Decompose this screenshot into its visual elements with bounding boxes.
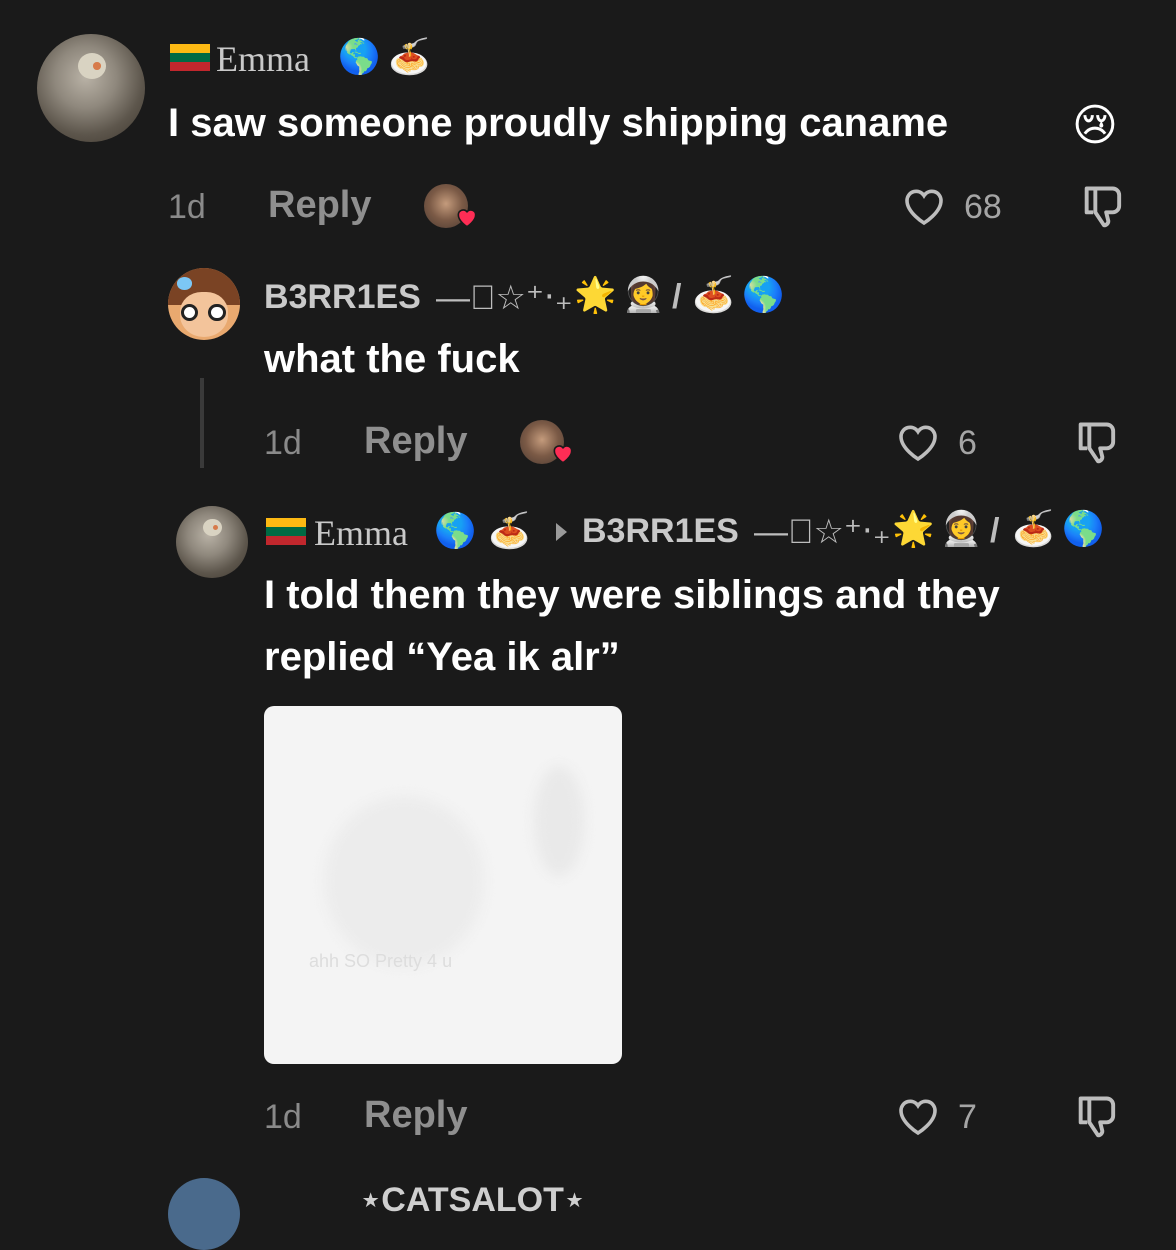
- heart-outline-icon[interactable]: [892, 418, 944, 466]
- username-emma[interactable]: Emma: [216, 38, 310, 80]
- comment-time: 1d: [264, 424, 302, 462]
- crying-emoji-icon: 😢: [1072, 101, 1118, 150]
- reply-button[interactable]: Reply: [268, 184, 371, 227]
- username-b3rr1es[interactable]: B3RR1ES: [264, 278, 421, 317]
- comment-time: 1d: [168, 188, 206, 226]
- reply-to-arrow-icon: [556, 523, 567, 541]
- thumbs-down-icon[interactable]: [1072, 1092, 1124, 1144]
- astronaut-emoji-icon: 👩‍🚀: [940, 510, 983, 548]
- spaghetti-emoji-icon: 🍝: [488, 512, 531, 550]
- heart-outline-icon[interactable]: [892, 1092, 944, 1140]
- heart-outline-icon[interactable]: [898, 182, 950, 230]
- comment-image[interactable]: ahh SO Pretty 4 u: [264, 706, 622, 1064]
- comment-text: what the fuck: [264, 337, 520, 381]
- like-count: 6: [958, 424, 977, 462]
- comment-text-line-2: replied “Yea ik alr”: [264, 635, 620, 679]
- earth-emoji-icon: 🌎: [742, 276, 785, 314]
- star-frame-emoji-icon: 🌟: [574, 276, 617, 314]
- username-catsalot[interactable]: ⋆CATSALOT⋆: [360, 1180, 585, 1220]
- comment-text: I saw someone proudly shipping caname: [168, 101, 949, 145]
- comment-text-line-1: I told them they were siblings and they: [264, 573, 1000, 617]
- spaghetti-emoji-icon: 🍝: [1012, 510, 1055, 548]
- like-count: 7: [958, 1098, 977, 1136]
- heart-badge-icon: [553, 445, 573, 464]
- reply-to-username[interactable]: B3RR1ES: [582, 512, 739, 551]
- spaghetti-emoji-icon: 🍝: [692, 276, 735, 314]
- slash-separator: /: [990, 512, 1000, 550]
- thumbs-down-icon[interactable]: [1078, 182, 1130, 234]
- reply-to-decoration: —⃨☆⁺‧₊: [754, 513, 891, 551]
- avatar-emma[interactable]: [176, 506, 248, 578]
- like-count: 68: [964, 188, 1002, 226]
- heart-badge-icon: [457, 209, 477, 228]
- lithuania-flag-icon: [266, 518, 306, 545]
- thumbs-down-icon[interactable]: [1072, 418, 1124, 470]
- earth-emoji-icon: 🌎: [434, 512, 477, 550]
- spaghetti-emoji-icon: 🍝: [388, 38, 431, 76]
- avatar-catsalot[interactable]: [168, 1178, 240, 1250]
- username-decoration: —⃨☆⁺‧₊: [436, 279, 573, 317]
- earth-emoji-icon: 🌎: [338, 38, 381, 76]
- avatar-emma[interactable]: [37, 34, 145, 142]
- reply-button[interactable]: Reply: [364, 420, 467, 463]
- lithuania-flag-icon: [170, 44, 210, 71]
- thread-line: [200, 378, 204, 468]
- earth-emoji-icon: 🌎: [1062, 510, 1105, 548]
- image-caption: ahh SO Pretty 4 u: [309, 951, 453, 971]
- star-frame-emoji-icon: 🌟: [892, 510, 935, 548]
- username-emma[interactable]: Emma: [314, 512, 408, 554]
- reply-button[interactable]: Reply: [364, 1094, 467, 1137]
- astronaut-emoji-icon: 👩‍🚀: [622, 276, 665, 314]
- comment-time: 1d: [264, 1098, 302, 1136]
- slash-separator: /: [672, 278, 682, 316]
- avatar-b3rr1es[interactable]: [168, 268, 240, 340]
